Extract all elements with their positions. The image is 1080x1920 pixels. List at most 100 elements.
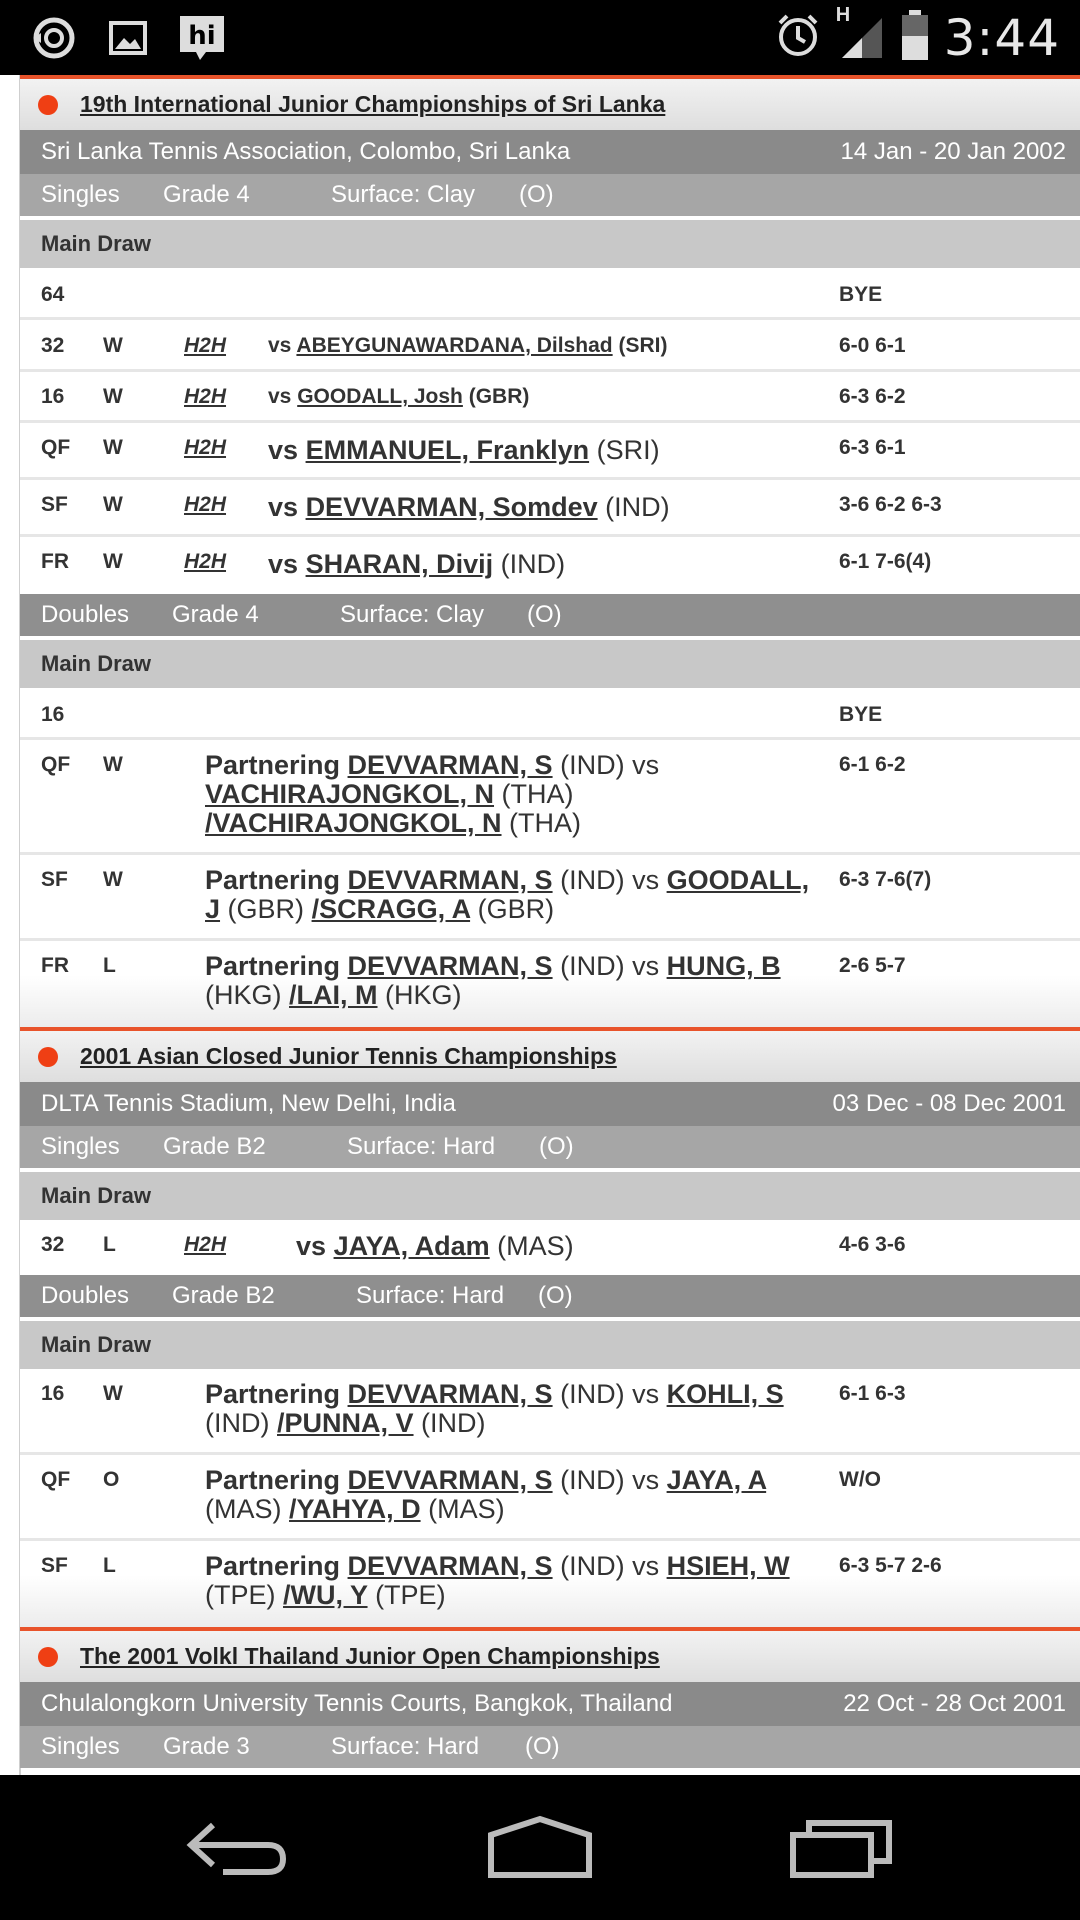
round: SF bbox=[41, 1554, 68, 1577]
event-io: (O) bbox=[525, 1733, 560, 1760]
activity-viewport[interactable]: 19th International Junior Championships … bbox=[0, 75, 1080, 1775]
round: FR bbox=[41, 954, 69, 977]
opponent-link[interactable]: /PUNNA, V bbox=[277, 1408, 414, 1438]
round: FR bbox=[41, 550, 69, 573]
tournament-card: 19th International Junior Championships … bbox=[20, 75, 1080, 1027]
opponent-link[interactable]: ABEYGUNAWARDANA, Dilshad bbox=[296, 334, 612, 357]
partner-link[interactable]: DEVVARMAN, S bbox=[348, 951, 553, 981]
event-grade: Grade 4 bbox=[163, 181, 250, 208]
opponent-link[interactable]: SHARAN, Divij bbox=[306, 549, 494, 579]
recent-apps-icon[interactable] bbox=[782, 1807, 902, 1887]
partner-link[interactable]: DEVVARMAN, S bbox=[348, 1465, 553, 1495]
opponent-link[interactable]: HSIEH, W bbox=[667, 1551, 790, 1581]
bye-label: BYE bbox=[839, 283, 883, 306]
round: QF bbox=[41, 436, 71, 459]
tournament-name-link[interactable]: The 2001 Volkl Thailand Junior Open Cham… bbox=[80, 1643, 660, 1670]
navigation-bar bbox=[0, 1775, 1080, 1920]
h2h-link[interactable]: H2H bbox=[184, 334, 226, 358]
round: SF bbox=[41, 868, 68, 891]
back-icon[interactable] bbox=[178, 1807, 298, 1887]
partner-link[interactable]: DEVVARMAN, S bbox=[348, 1379, 553, 1409]
partner-link[interactable]: DEVVARMAN, S bbox=[348, 750, 553, 780]
event-bar-doubles: Doubles Grade 4 Surface: Clay (O) bbox=[20, 594, 1080, 636]
score: 6-3 5-7 2-6 bbox=[839, 1554, 942, 1577]
h2h-link[interactable]: H2H bbox=[184, 550, 226, 574]
status-bar: hi H 3:44 bbox=[0, 0, 1080, 75]
score: 2-6 5-7 bbox=[839, 954, 906, 977]
opponent: vs ABEYGUNAWARDANA, Dilshad (SRI) bbox=[268, 334, 668, 357]
result: W bbox=[103, 1382, 123, 1405]
event-type: Singles bbox=[41, 1733, 120, 1760]
opponent-link[interactable]: /LAI, M bbox=[289, 980, 378, 1010]
opponent-link[interactable]: /VACHIRAJONGKOL, N bbox=[205, 808, 502, 838]
event-grade: Grade B2 bbox=[172, 1282, 275, 1309]
opponent-link[interactable]: /WU, Y bbox=[283, 1580, 368, 1610]
round: 64 bbox=[41, 283, 65, 306]
venue-bar: Chulalongkorn University Tennis Courts, … bbox=[20, 1682, 1080, 1726]
tournament-header: 2001 Asian Closed Junior Tennis Champion… bbox=[20, 1027, 1080, 1082]
partner-link[interactable]: DEVVARMAN, S bbox=[348, 865, 553, 895]
score: 6-0 6-1 bbox=[839, 334, 906, 357]
event-surface: Surface: Hard bbox=[347, 1133, 496, 1160]
result: W bbox=[103, 436, 123, 459]
partner-text: Partnering DEVVARMAN, S (IND) vs KOHLI, … bbox=[205, 1379, 784, 1438]
opponent: vs DEVVARMAN, Somdev (IND) bbox=[268, 492, 670, 522]
doubles-match-row: QF O Partnering DEVVARMAN, S (IND) vs JA… bbox=[20, 1455, 1080, 1541]
doubles-match-row: SF L Partnering DEVVARMAN, S (IND) vs HS… bbox=[20, 1541, 1080, 1627]
score: 6-3 6-2 bbox=[839, 385, 906, 408]
opponent-link[interactable]: HUNG, B bbox=[667, 951, 781, 981]
result: W bbox=[103, 550, 123, 573]
h2h-link[interactable]: H2H bbox=[184, 385, 226, 409]
score: 6-3 7-6(7) bbox=[839, 868, 932, 891]
opponent-link[interactable]: JAYA, Adam bbox=[334, 1231, 490, 1261]
doubles-match-row: FR L Partnering DEVVARMAN, S (IND) vs HU… bbox=[20, 941, 1080, 1027]
score: 6-1 7-6(4) bbox=[839, 550, 932, 573]
opponent: vs SHARAN, Divij (IND) bbox=[268, 549, 566, 579]
opponent-link[interactable]: DEVVARMAN, Somdev bbox=[306, 492, 598, 522]
round: QF bbox=[41, 1468, 71, 1491]
match-row: 32 L H2H vs JAYA, Adam (MAS) 4-6 3-6 bbox=[20, 1220, 1080, 1275]
partner-text: Partnering DEVVARMAN, S (IND) vs JAYA, A… bbox=[205, 1465, 767, 1524]
results-list[interactable]: 19th International Junior Championships … bbox=[20, 75, 1080, 1768]
home-icon[interactable] bbox=[480, 1807, 600, 1887]
event-io: (O) bbox=[538, 1282, 573, 1309]
result: W bbox=[103, 493, 123, 516]
partner-link[interactable]: DEVVARMAN, S bbox=[348, 1551, 553, 1581]
tournament-card: The 2001 Volkl Thailand Junior Open Cham… bbox=[20, 1627, 1080, 1768]
opponent-link[interactable]: GOODALL, Josh bbox=[297, 385, 463, 408]
bye-row: 16 BYE bbox=[20, 688, 1080, 740]
score: 6-1 6-3 bbox=[839, 1382, 906, 1405]
tournament-name-link[interactable]: 2001 Asian Closed Junior Tennis Champion… bbox=[80, 1043, 617, 1070]
image-icon bbox=[102, 12, 154, 64]
h2h-link[interactable]: H2H bbox=[184, 436, 226, 460]
opponent-link[interactable]: JAYA, A bbox=[667, 1465, 767, 1495]
round: SF bbox=[41, 493, 68, 516]
opponent: vs GOODALL, Josh (GBR) bbox=[268, 385, 530, 408]
event-surface: Surface: Clay bbox=[340, 601, 485, 628]
clock: 3:44 bbox=[943, 8, 1060, 67]
h2h-link[interactable]: H2H bbox=[184, 1233, 226, 1257]
opponent-link[interactable]: VACHIRAJONGKOL, N bbox=[205, 779, 494, 809]
hi-app-icon: hi bbox=[176, 12, 228, 64]
score: 6-1 6-2 bbox=[839, 753, 906, 776]
svg-text:hi: hi bbox=[188, 21, 215, 51]
sync-icon bbox=[28, 12, 80, 64]
opponent-link[interactable]: KOHLI, S bbox=[667, 1379, 784, 1409]
h2h-link[interactable]: H2H bbox=[184, 493, 226, 517]
result: W bbox=[103, 753, 123, 776]
tournament-name-link[interactable]: 19th International Junior Championships … bbox=[80, 91, 665, 118]
match-row: 32 W H2H vs ABEYGUNAWARDANA, Dilshad (SR… bbox=[20, 320, 1080, 372]
round: 32 bbox=[41, 1233, 65, 1256]
round: 16 bbox=[41, 1382, 65, 1405]
opponent: vs EMMANUEL, Franklyn (SRI) bbox=[268, 435, 660, 465]
partner-text: Partnering DEVVARMAN, S (IND) vs HSIEH, … bbox=[205, 1551, 790, 1610]
result: L bbox=[103, 1554, 116, 1577]
bye-row: 64 BYE bbox=[20, 268, 1080, 320]
draw-label: Main Draw bbox=[20, 1168, 1080, 1220]
opponent-link[interactable]: /SCRAGG, A bbox=[312, 894, 471, 924]
bullet-icon bbox=[38, 1646, 58, 1667]
tournament-card: 2001 Asian Closed Junior Tennis Champion… bbox=[20, 1027, 1080, 1627]
opponent-link[interactable]: /YAHYA, D bbox=[289, 1494, 421, 1524]
opponent-link[interactable]: EMMANUEL, Franklyn bbox=[306, 435, 590, 465]
event-bar-singles: Singles Grade 3 Surface: Hard (O) bbox=[20, 1726, 1080, 1768]
